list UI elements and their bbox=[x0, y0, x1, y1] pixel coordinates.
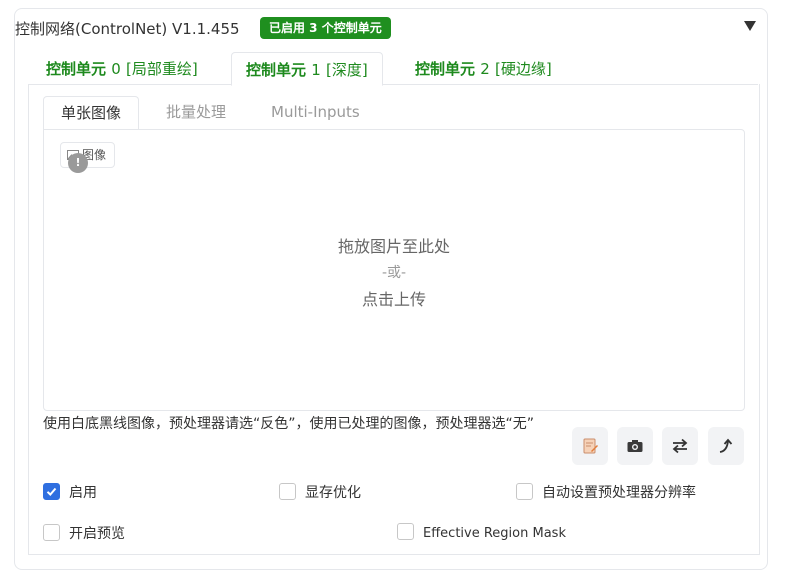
check-icon bbox=[46, 487, 57, 496]
tab-unit-1-suffix: [深度] bbox=[326, 61, 368, 79]
camera-icon bbox=[627, 440, 643, 452]
collapse-triangle-icon[interactable] bbox=[742, 18, 758, 34]
swap-icon bbox=[672, 438, 688, 454]
panel-title[interactable]: 控制网络(ControlNet) V1.1.455 bbox=[15, 18, 240, 39]
camera-button[interactable] bbox=[617, 427, 653, 465]
tab-single-image[interactable]: 单张图像 bbox=[43, 96, 140, 131]
send-up-icon bbox=[719, 438, 733, 453]
edit-button[interactable] bbox=[572, 427, 608, 465]
drop-or-text: -或- bbox=[381, 265, 407, 281]
tab-batch[interactable]: 批量处理 bbox=[149, 96, 243, 129]
click-upload-text: 点击上传 bbox=[361, 290, 426, 309]
effective-mask-checkbox[interactable] bbox=[397, 523, 414, 540]
tab-unit-0-num: 0 bbox=[111, 60, 121, 78]
preview-option[interactable]: 开启预览 bbox=[43, 523, 125, 543]
edit-icon bbox=[583, 438, 598, 454]
tab-unit-2[interactable]: 控制单元 2 [硬边缘] bbox=[401, 52, 566, 84]
enable-checkbox[interactable] bbox=[43, 483, 60, 500]
unit-tab-bar: 控制单元 0 [局部重绘] 控制单元 1 [深度] 控制单元 2 [硬边缘] bbox=[28, 52, 758, 86]
tab-unit-0-name: 控制单元 bbox=[46, 60, 107, 78]
enabled-units-badge: 已启用 3 个控制单元 bbox=[260, 17, 391, 39]
effective-mask-option[interactable]: Effective Region Mask bbox=[397, 523, 566, 541]
pixel-perfect-option[interactable]: 自动设置预处理器分辨率 bbox=[516, 482, 696, 502]
preprocessor-hint: 使用白底黑线图像，预处理器请选“反色”，使用已处理的图像，预处理器选“无” bbox=[43, 416, 535, 432]
swap-button[interactable] bbox=[662, 427, 698, 465]
info-icon[interactable]: ! bbox=[68, 153, 88, 173]
tab-unit-0[interactable]: 控制单元 0 [局部重绘] bbox=[32, 52, 212, 84]
tab-multi-inputs[interactable]: Multi-Inputs bbox=[254, 96, 377, 129]
preview-label: 开启预览 bbox=[69, 526, 125, 542]
tab-unit-2-name: 控制单元 bbox=[415, 60, 476, 78]
tab-unit-2-suffix: [硬边缘] bbox=[495, 60, 552, 78]
tab-unit-1-num: 1 bbox=[311, 61, 321, 79]
enable-label: 启用 bbox=[69, 485, 97, 501]
low-vram-label: 显存优化 bbox=[305, 485, 361, 501]
effective-mask-label: Effective Region Mask bbox=[423, 526, 566, 541]
drop-instruction: 拖放图片至此处 bbox=[337, 237, 450, 256]
low-vram-checkbox[interactable] bbox=[279, 483, 296, 500]
image-drop-zone[interactable]: 图像 ! 拖放图片至此处 -或- 点击上传 bbox=[43, 129, 745, 411]
pixel-perfect-checkbox[interactable] bbox=[516, 483, 533, 500]
preview-checkbox[interactable] bbox=[43, 524, 60, 541]
tab-unit-2-num: 2 bbox=[480, 60, 490, 78]
send-up-button[interactable] bbox=[708, 427, 744, 465]
enable-option[interactable]: 启用 bbox=[43, 482, 97, 502]
tab-unit-0-suffix: [局部重绘] bbox=[126, 60, 198, 78]
low-vram-option[interactable]: 显存优化 bbox=[279, 482, 361, 502]
tab-unit-1-name: 控制单元 bbox=[246, 61, 307, 79]
tab-unit-1[interactable]: 控制单元 1 [深度] bbox=[231, 52, 383, 86]
pixel-perfect-label: 自动设置预处理器分辨率 bbox=[542, 485, 696, 501]
